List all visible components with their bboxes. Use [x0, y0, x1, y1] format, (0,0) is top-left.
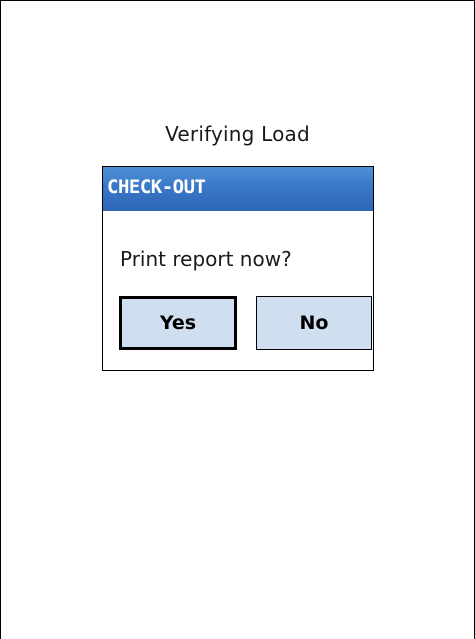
dialog-title: CHECK-OUT [107, 176, 206, 198]
checkout-dialog: CHECK-OUT Print report now? Yes No [102, 166, 374, 371]
no-button-label: No [299, 312, 329, 334]
device-screen: Verifying Load CHECK-OUT Print report no… [0, 0, 475, 639]
yes-button-label: Yes [159, 312, 197, 334]
yes-button[interactable]: Yes [119, 296, 237, 350]
dialog-message: Print report now? [120, 247, 292, 271]
dialog-titlebar: CHECK-OUT [103, 167, 373, 211]
no-button[interactable]: No [256, 296, 372, 350]
status-caption: Verifying Load [165, 122, 310, 146]
